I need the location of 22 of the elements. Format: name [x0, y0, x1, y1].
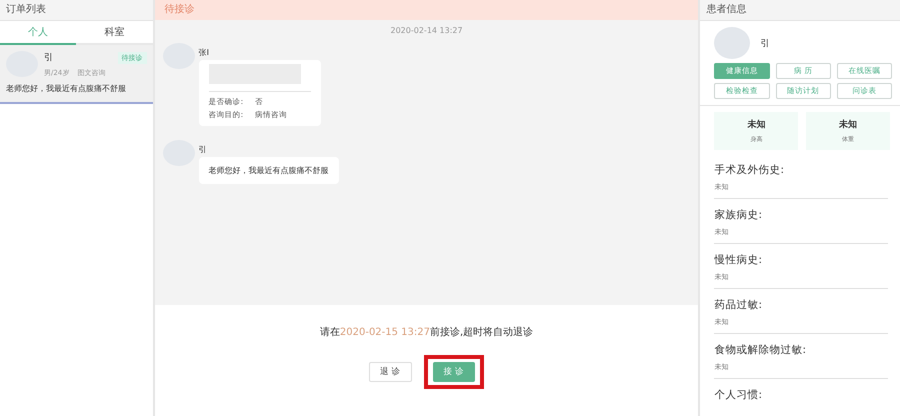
panel-title: 订单列表 — [0, 0, 153, 21]
message-bubble: 老师您好，我最近有点腹痛不舒服 — [198, 157, 339, 184]
panel-title: 患者信息 — [700, 0, 900, 21]
stat-value: 未知 — [747, 118, 766, 131]
deadline-notice: 请在2020-02-15 13:27前接诊,超时将自动退诊 — [320, 326, 534, 339]
reject-button[interactable]: 退 诊 — [368, 362, 412, 382]
section-title: 药品过敏: — [714, 298, 763, 312]
stat-value: 未知 — [839, 118, 858, 131]
sender-name: 张I — [198, 47, 210, 58]
avatar — [714, 27, 750, 59]
timestamp: 2020-02-14 13:27 — [390, 26, 464, 35]
sender-name: 引 — [198, 144, 207, 155]
message-preview: 老师您好，我最近有点腹痛不舒服 — [6, 83, 127, 94]
accept-button[interactable]: 接 诊 — [432, 362, 476, 382]
section-title: 手术及外伤史: — [714, 163, 785, 177]
section-title: 食物或解除物过敏: — [714, 343, 807, 357]
section-title: 家族病史: — [714, 208, 763, 222]
patient-name: 引 — [44, 52, 53, 64]
patient-name: 引 — [760, 38, 770, 50]
section-title: 慢性病史: — [714, 253, 763, 267]
section-title: 个人习惯: — [714, 388, 763, 402]
status-bar: 待接诊 — [154, 0, 698, 20]
